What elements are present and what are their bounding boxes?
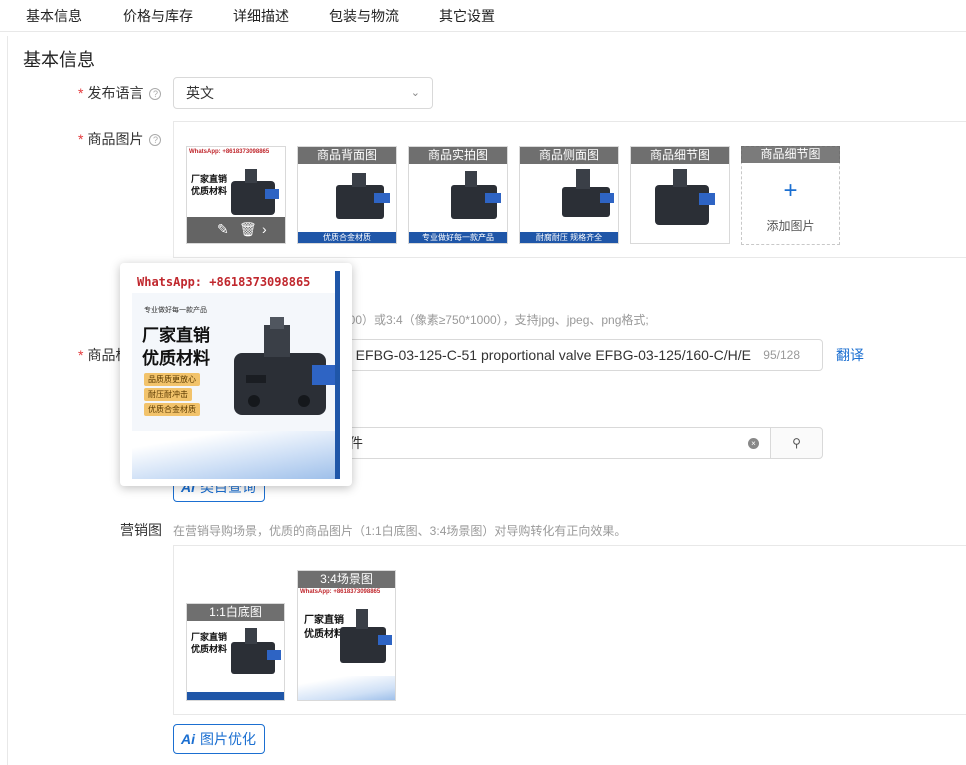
- product-image-detail[interactable]: 商品细节图: [630, 146, 730, 244]
- tab-other-settings[interactable]: 其它设置: [439, 6, 495, 26]
- image-caption: 3:4场景图: [298, 571, 395, 588]
- image-hint: 800）或3:4（像素≥750*1000），支持jpg、jpeg、png格式;: [342, 313, 649, 327]
- divider: [7, 36, 8, 765]
- brand-bar: [187, 692, 284, 700]
- plus-icon: +: [783, 177, 798, 204]
- add-image-button[interactable]: 商品细节图 + 添加图片: [741, 146, 840, 245]
- help-icon[interactable]: ?: [149, 134, 162, 146]
- image-caption: 商品侧面图: [520, 147, 618, 164]
- valve-image: [231, 628, 281, 674]
- search-icon: ⚲: [792, 436, 801, 450]
- publish-lang-select[interactable]: 英文 ⌄: [173, 77, 433, 109]
- wave-decoration: [298, 676, 395, 700]
- section-title: 基本信息: [23, 50, 95, 70]
- marketing-image-scene[interactable]: 3:4场景图 WhatsApp: +8618373098865 厂家直销 优质材…: [297, 570, 396, 701]
- trash-icon[interactable]: 🗑: [239, 221, 257, 238]
- thumb-text: 优质材料: [191, 644, 228, 654]
- publish-lang-label: * 发布语言?: [78, 83, 162, 103]
- whatsapp-banner: WhatsApp: +8618373098865: [187, 147, 285, 158]
- image-footer: 优质合金材质: [298, 232, 396, 243]
- feature-tag: 品质质更放心: [144, 373, 200, 386]
- help-icon[interactable]: ?: [149, 88, 162, 100]
- image-preview-popup: WhatsApp: +8618373098865 专业做好每一款产品 厂家直销 …: [120, 263, 352, 486]
- ai-icon: Ai: [181, 731, 195, 747]
- image-caption: 商品背面图: [298, 147, 396, 164]
- marketing-panel: [173, 545, 966, 715]
- image-action-overlay: ✎ 🗑 ›: [187, 217, 285, 243]
- category-search-button[interactable]: ⚲: [770, 427, 823, 459]
- product-image-side[interactable]: 商品侧面图 耐腐耐压 规格齐全: [519, 146, 619, 244]
- marketing-label: 营销图: [120, 522, 162, 538]
- image-caption: 商品实拍图: [409, 147, 507, 164]
- marketing-hint: 在营销导购场景，优质的商品图片（1:1白底图、3:4场景图）对导购转化有正向效果…: [173, 524, 627, 538]
- marketing-image-square[interactable]: 1:1白底图 厂家直销 优质材料: [186, 603, 285, 701]
- tab-bar: 基本信息 价格与库存 详细描述 包装与物流 其它设置: [0, 0, 966, 32]
- image-footer: 专业做好每一款产品: [409, 232, 507, 243]
- thumb-text: 优质材料: [191, 186, 228, 196]
- image-footer: 耐腐耐压 规格齐全: [520, 232, 618, 243]
- product-image-main[interactable]: WhatsApp: +8618373098865 厂家直销 优质材料 ✎ 🗑 ›: [186, 146, 286, 244]
- product-title-value: e EFBG-03-125-C-51 proportional valve EF…: [344, 347, 751, 363]
- whatsapp-banner: WhatsApp: +8618373098865: [132, 271, 335, 293]
- char-count: 95/128: [757, 340, 800, 370]
- tab-basic-info[interactable]: 基本信息: [26, 6, 82, 26]
- product-images-label: * 商品图片?: [78, 129, 162, 149]
- image-caption: 1:1白底图: [187, 604, 284, 621]
- whatsapp-banner: WhatsApp: +8618373098865: [300, 589, 381, 595]
- valve-image: [234, 317, 335, 415]
- image-caption: 商品细节图: [741, 146, 840, 163]
- image-caption: 商品细节图: [631, 147, 729, 164]
- wave-decoration: [132, 431, 335, 479]
- tab-description[interactable]: 详细描述: [233, 6, 289, 26]
- valve-image: [231, 169, 279, 215]
- chevron-right-icon[interactable]: ›: [262, 221, 267, 237]
- tab-packaging-logistics[interactable]: 包装与物流: [329, 6, 399, 26]
- headline-1: 厂家直销: [142, 326, 210, 345]
- image-optimize-button[interactable]: Ai 图片优化: [173, 724, 265, 754]
- valve-image: [340, 609, 392, 663]
- feature-tag: 优质合金材质: [144, 403, 200, 416]
- product-image-real[interactable]: 商品实拍图 专业做好每一款产品: [408, 146, 508, 244]
- chevron-down-icon: ⌄: [410, 87, 420, 99]
- add-image-label: 添加图片: [766, 219, 815, 233]
- valve-image: [562, 169, 614, 217]
- clear-icon[interactable]: ×: [748, 438, 759, 449]
- preview-image: WhatsApp: +8618373098865 专业做好每一款产品 厂家直销 …: [132, 271, 340, 479]
- headline-2: 优质材料: [142, 349, 210, 368]
- tab-price-stock[interactable]: 价格与库存: [123, 6, 193, 26]
- edit-icon[interactable]: ✎: [217, 221, 229, 238]
- valve-image: [655, 169, 715, 225]
- slogan: 专业做好每一款产品: [144, 307, 207, 314]
- publish-lang-value: 英文: [186, 85, 214, 101]
- valve-image: [336, 173, 390, 219]
- valve-image: [451, 171, 501, 219]
- feature-tag: 耐压耐冲击: [144, 388, 192, 401]
- translate-link[interactable]: 翻译: [836, 345, 864, 365]
- product-image-back[interactable]: 商品背面图 优质合金材质: [297, 146, 397, 244]
